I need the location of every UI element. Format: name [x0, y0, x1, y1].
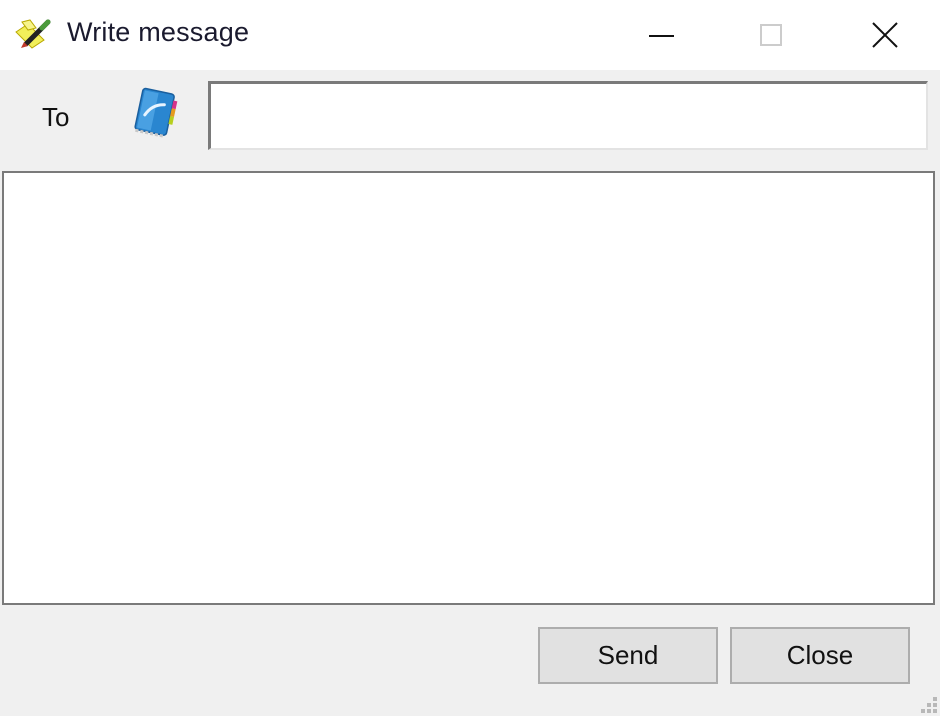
close-icon [872, 22, 898, 48]
title-bar[interactable]: Write message [0, 0, 940, 70]
send-button[interactable]: Send [538, 627, 718, 684]
close-window-button[interactable] [830, 0, 940, 70]
resize-grip[interactable] [917, 693, 937, 713]
window-title: Write message [67, 17, 250, 47]
to-label: To [42, 102, 70, 132]
message-body-input[interactable] [2, 171, 935, 605]
minimize-icon [648, 34, 674, 37]
to-input[interactable] [208, 81, 928, 150]
maximize-icon [760, 24, 782, 46]
maximize-button[interactable] [716, 0, 826, 70]
minimize-button[interactable] [606, 0, 716, 70]
write-pencil-icon [15, 19, 51, 49]
close-button[interactable]: Close [730, 627, 910, 684]
address-book-icon[interactable] [128, 87, 182, 143]
